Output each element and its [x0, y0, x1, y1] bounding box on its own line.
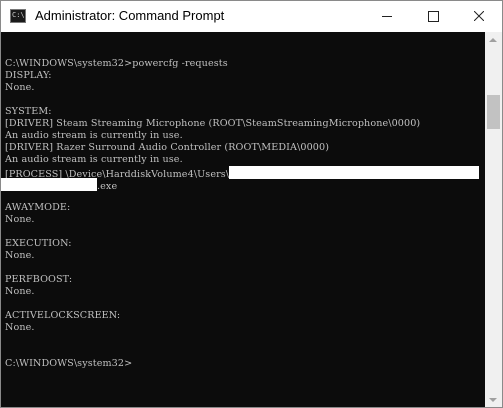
- console-line-exe: .exe: [1, 178, 479, 192]
- console-line: None.: [5, 214, 35, 225]
- console-line: None.: [5, 286, 35, 297]
- console-line: PERFBOOST:: [5, 274, 73, 285]
- cmd-icon[interactable]: C:\: [10, 9, 26, 23]
- exe-suffix-text: .exe: [97, 181, 118, 192]
- scroll-thumb[interactable]: [487, 95, 500, 129]
- close-icon: [474, 11, 484, 21]
- console-line: An audio stream is currently in use.: [5, 154, 183, 165]
- console-line: DISPLAY:: [5, 70, 52, 81]
- vertical-scrollbar[interactable]: [485, 32, 502, 407]
- cmd-icon-glyph: C:\: [12, 11, 25, 19]
- console-line: [DRIVER] Razer Surround Audio Controller…: [5, 142, 330, 153]
- console-line: C:\WINDOWS\system32>powercfg -requests: [5, 58, 228, 69]
- maximize-button[interactable]: [410, 1, 456, 32]
- console-line: SYSTEM:: [5, 106, 52, 117]
- console-output[interactable]: C:\WINDOWS\system32>powercfg -requests D…: [1, 32, 485, 407]
- redaction-box: [229, 166, 480, 179]
- window-title: Administrator: Command Prompt: [35, 8, 225, 23]
- console-line: None.: [5, 250, 35, 261]
- title-bar[interactable]: C:\ Administrator: Command Prompt: [1, 1, 502, 32]
- console-line: None.: [5, 82, 35, 93]
- console-line: [DRIVER] Steam Streaming Microphone (ROO…: [5, 118, 421, 129]
- console-line: None.: [5, 322, 35, 333]
- console-prompt: C:\WINDOWS\system32>: [5, 358, 133, 369]
- minimize-button[interactable]: [364, 1, 410, 32]
- console-line: AWAYMODE:: [5, 202, 71, 213]
- command-prompt-window: C:\ Administrator: Command Prompt C:\WIN…: [0, 0, 503, 408]
- console-line: EXECUTION:: [5, 238, 72, 249]
- scroll-down-arrow-icon[interactable]: [489, 398, 497, 402]
- console-line: ACTIVELOCKSCREEN:: [5, 310, 121, 321]
- close-button[interactable]: [456, 1, 502, 32]
- console-lines: C:\WINDOWS\system32>powercfg -requests D…: [1, 58, 480, 370]
- console-line: An audio stream is currently in use.: [5, 130, 183, 141]
- console-line-process: [PROCESS] \Device\HarddiskVolume4\Users\: [5, 166, 480, 180]
- scroll-up-arrow-icon[interactable]: [489, 38, 497, 42]
- redaction-box: [1, 178, 97, 191]
